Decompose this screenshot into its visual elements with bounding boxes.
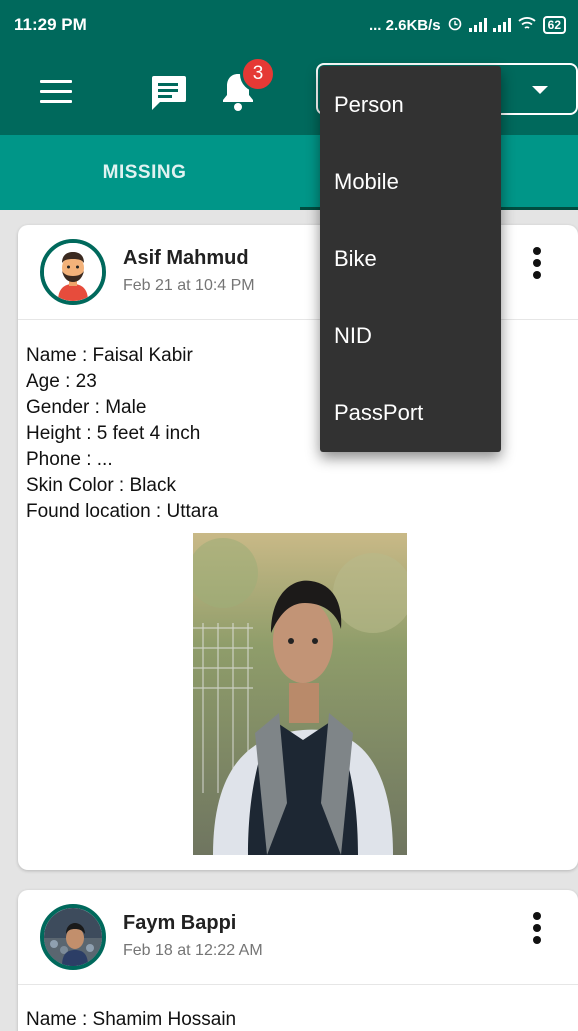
notification-badge: 3 [240, 56, 276, 92]
battery-icon: 62 [542, 16, 566, 34]
menu-item-bike[interactable]: Bike [320, 220, 501, 297]
detail-height: Height : 5 feet 4 inch [26, 423, 201, 444]
signal-icon [468, 18, 487, 32]
signal-icon [492, 18, 511, 32]
menu-item-nid[interactable]: NID [320, 298, 501, 375]
hamburger-icon[interactable] [40, 80, 72, 104]
detail-phone: Phone : ... [26, 449, 113, 470]
more-vert-icon[interactable] [532, 912, 542, 952]
menu-item-mobile[interactable]: Mobile [320, 143, 501, 220]
post-card: Faym Bappi Feb 18 at 12:22 AM Name : Sha… [18, 890, 578, 1031]
post-details: Name : Shamim Hossain [26, 1007, 236, 1031]
post-header: Faym Bappi Feb 18 at 12:22 AM [18, 890, 578, 985]
network-speed: ... 2.6KB/s [368, 16, 441, 34]
alarm-icon [447, 15, 463, 35]
detail-skin-color: Skin Color : Black [26, 475, 176, 496]
author-name[interactable]: Asif Mahmud [123, 247, 249, 270]
menu-item-passport[interactable]: PassPort [320, 375, 501, 452]
post-details: Name : Faisal Kabir Age : 23 Gender : Ma… [26, 343, 218, 525]
avatar[interactable] [40, 239, 106, 305]
menu-item-person[interactable]: Person [320, 66, 501, 143]
detail-name: Name : Shamim Hossain [26, 1009, 237, 1030]
post-date: Feb 18 at 12:22 AM [123, 942, 263, 959]
avatar[interactable] [40, 904, 106, 970]
more-vert-icon[interactable] [532, 247, 542, 287]
detail-gender: Gender : Male [26, 397, 147, 418]
status-indicators: ... 2.6KB/s 62 [369, 15, 566, 35]
chevron-down-icon [532, 86, 548, 94]
status-bar: 11:29 PM ... 2.6KB/s 62 [0, 0, 578, 50]
detail-found-location: Found location : Uttara [26, 501, 219, 522]
wifi-icon [517, 15, 537, 35]
post-photo[interactable] [193, 533, 407, 855]
app-screen: 11:29 PM ... 2.6KB/s 62 3 MISSING Asif M… [0, 0, 578, 1031]
post-date: Feb 21 at 10:4 PM [123, 277, 255, 294]
chat-icon[interactable] [146, 70, 190, 114]
type-dropdown-menu: Person Mobile Bike NID PassPort [320, 66, 501, 452]
detail-name: Name : Faisal Kabir [26, 345, 193, 366]
detail-age: Age : 23 [26, 371, 97, 392]
author-name[interactable]: Faym Bappi [123, 912, 236, 935]
status-time: 11:29 PM [14, 15, 87, 34]
tab-missing[interactable]: MISSING [0, 135, 289, 210]
